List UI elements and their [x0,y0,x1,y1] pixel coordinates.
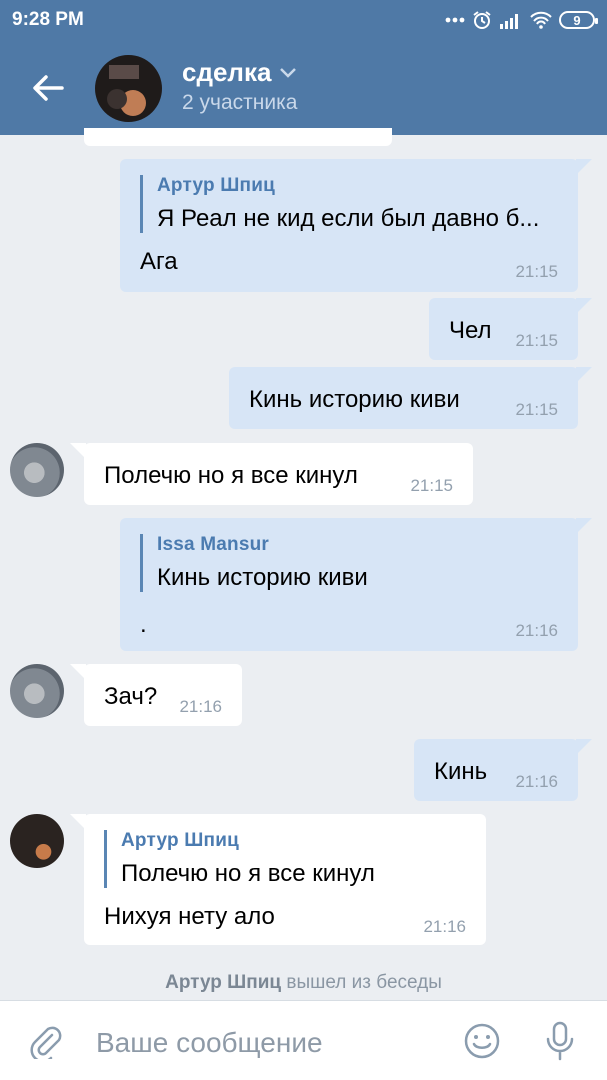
message-text: Кинь историю киви [249,386,460,413]
message-time: 21:15 [515,400,558,419]
app-header: 9:28 PM 9 сделка 2 участника [0,0,607,135]
chevron-down-icon [280,67,297,78]
message-text: Чел [449,317,492,344]
service-message: Артур Шпиц вышел из беседы [0,972,607,994]
service-action: вышел из беседы [286,972,442,993]
microphone-icon [546,1021,574,1061]
message-time: 21:15 [515,331,558,350]
message-incoming[interactable]: Полечю но я все кинул 21:15 [70,443,473,505]
previous-message-fragment [84,128,392,146]
message-text: . [140,611,147,638]
bubble-tail [576,159,592,175]
attach-icon [30,1026,62,1059]
attach-button[interactable] [26,1021,66,1061]
message-text: Ага [140,248,178,275]
message-outgoing[interactable]: Артур Шпиц Я Реал не кид если был давно … [120,159,592,292]
message-text: Кинь [434,758,488,785]
message-time: 21:16 [515,772,558,791]
status-time: 9:28 PM [12,9,84,30]
reply-text: Я Реал не кид если был давно б... [157,205,540,232]
signal-icon [499,11,523,29]
reply-quote: Артур Шпиц Я Реал не кид если был давно … [140,175,539,233]
message-composer: Ваше сообщение [0,1000,607,1080]
message-outgoing[interactable]: Кинь историю киви 21:15 [229,367,592,429]
reply-author: Артур Шпиц [121,830,239,851]
sender-avatar[interactable] [10,664,64,718]
back-button[interactable] [28,68,68,108]
message-incoming[interactable]: Зач? 21:16 [70,664,242,726]
back-arrow-icon [33,75,64,101]
emoji-button[interactable] [462,1021,502,1061]
emoji-icon [464,1023,500,1059]
bubble-tail [70,814,86,830]
message-text: Зач? [104,683,158,710]
bubble-tail [576,518,592,534]
message-outgoing[interactable]: Чел 21:15 [429,298,592,360]
message-outgoing[interactable]: Кинь 21:16 [414,739,592,801]
message-text: Нихуя нету ало [104,903,275,930]
bubble-tail [70,664,86,680]
status-bar: 9:28 PM 9 [0,0,607,40]
service-user[interactable]: Артур Шпиц [165,972,281,993]
message-time: 21:16 [423,917,466,936]
message-incoming[interactable]: Артур Шпиц Полечю но я все кинул Нихуя н… [70,814,486,945]
chat-title-text: сделка [182,57,272,87]
chat-subtitle: 2 участника [182,91,298,114]
reply-author: Issa Mansur [157,534,270,555]
dots-icon [445,17,465,23]
bubble-tail [576,367,592,383]
message-outgoing[interactable]: Issa Mansur Кинь историю киви . 21:16 [120,518,592,651]
wifi-icon [529,11,553,29]
chat-avatar[interactable] [95,55,162,122]
battery-icon: 9 [559,11,598,29]
status-icons: 9 [445,7,598,33]
reply-text: Кинь историю киви [157,564,368,591]
reply-author: Артур Шпиц [157,175,275,196]
reply-text: Полечю но я все кинул [121,860,375,887]
sender-avatar[interactable] [10,443,64,497]
reply-quote: Артур Шпиц Полечю но я все кинул [104,830,375,888]
sender-avatar[interactable] [10,814,64,868]
message-time: 21:16 [179,697,222,716]
voice-button[interactable] [540,1021,580,1061]
reply-quote: Issa Mansur Кинь историю киви [140,534,368,592]
message-time: 21:15 [410,476,453,495]
message-time: 21:15 [515,262,558,281]
bubble-tail [576,298,592,314]
bubble-tail [70,443,86,459]
chat-title[interactable]: сделка [182,57,297,88]
alarm-icon [471,9,493,31]
message-input[interactable]: Ваше сообщение [96,1027,323,1059]
message-text: Полечю но я все кинул [104,462,358,489]
message-time: 21:16 [515,621,558,640]
bubble-tail [576,739,592,755]
